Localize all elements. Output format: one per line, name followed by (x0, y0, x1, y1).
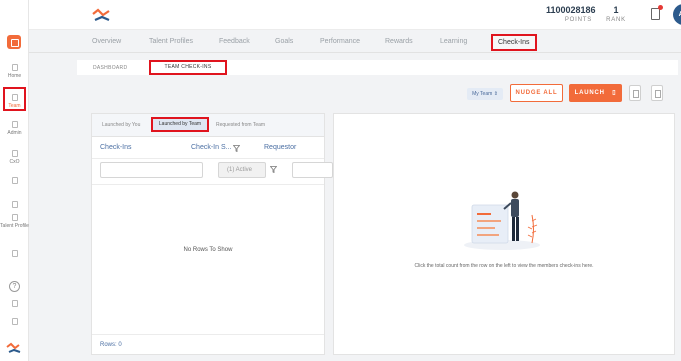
sidebar-item-cxo[interactable]: CxO (0, 150, 29, 165)
subtab-team-check-ins[interactable]: TEAM CHECK-INS (149, 60, 227, 75)
rows-count: Rows: 0 (100, 342, 122, 348)
tab-requested-from-team[interactable]: Requested from Team (216, 122, 265, 128)
subtab-dashboard[interactable]: DASHBOARD (93, 65, 127, 71)
menu-item-icon (11, 300, 18, 307)
team-scope-value: My Team (472, 91, 493, 97)
app-launcher-icon[interactable] (7, 35, 21, 49)
tab-feedback[interactable]: Feedback (219, 38, 250, 45)
talent-profile-icon (11, 214, 18, 221)
launch-button[interactable]: LAUNCH ▯ (569, 84, 622, 102)
help-icon[interactable]: ? (9, 281, 20, 292)
sidebar-item-misc-1[interactable] (0, 177, 29, 184)
logo-icon[interactable] (92, 7, 112, 22)
empty-table-message: No Rows To Show (183, 247, 233, 253)
rank-label: RANK (606, 17, 626, 23)
sidebar-item-home[interactable]: Home (0, 64, 29, 79)
sidebar-item-label: Admin (7, 130, 22, 136)
empty-state-illustration (464, 191, 540, 250)
team-icon (11, 94, 18, 101)
tab-goals[interactable]: Goals (275, 38, 293, 45)
export-button[interactable] (651, 85, 663, 101)
avatar[interactable]: AS (673, 4, 681, 25)
rank-display: 1 RANK (599, 5, 633, 23)
status-filter-input[interactable]: (1) Active (218, 162, 266, 178)
menu-item-icon (11, 250, 18, 257)
checkins-table-panel: Launched by You Launched by Team Request… (91, 113, 345, 355)
rank-value: 1 (613, 5, 619, 15)
menu-item-icon (11, 318, 18, 325)
sidebar-item-admin[interactable]: Admin (0, 121, 29, 136)
header-divider (92, 158, 324, 159)
tab-check-ins[interactable]: Check-Ins (491, 34, 537, 51)
team-scope-select[interactable]: My Team ⇕ (467, 88, 503, 100)
detail-empty-message: Click the total count from the row on th… (414, 263, 594, 269)
points-display: 1100028186 POINTS (546, 5, 596, 23)
check-ins-filter-input[interactable] (100, 162, 203, 178)
sidebar-item-misc-3[interactable] (0, 250, 29, 257)
column-header-requestor[interactable]: Requestor (264, 144, 296, 151)
points-value: 1100028186 (546, 5, 596, 15)
tab-rewards[interactable]: Rewards (385, 38, 413, 45)
sub-nav: DASHBOARD TEAM CHECK-INS (77, 60, 678, 75)
filter-icon[interactable] (270, 166, 277, 173)
tab-launched-by-you[interactable]: Launched by You (102, 122, 140, 128)
admin-icon (11, 121, 18, 128)
sidebar-item-misc-2[interactable] (0, 201, 29, 208)
sidebar-item-label: CxO (9, 159, 20, 165)
tab-overview[interactable]: Overview (92, 38, 121, 45)
top-header: 1100028186 POINTS 1 RANK AS (29, 0, 681, 30)
sidebar: Home Team Admin CxO Talent Profile ? (0, 0, 29, 361)
sidebar-item-label: Talent Profile (0, 223, 29, 229)
chevron-down-icon: ⇕ (493, 91, 498, 97)
nudge-all-button[interactable]: NUDGE ALL (510, 84, 563, 102)
document-icon[interactable] (651, 5, 663, 20)
main-nav: Overview Talent Profiles Feedback Goals … (29, 31, 681, 53)
tab-launched-by-team[interactable]: Launched by Team (151, 117, 209, 132)
sidebar-item-talent-profile[interactable]: Talent Profile (0, 214, 29, 229)
filter-icon[interactable] (233, 145, 240, 152)
launch-label: LAUNCH (574, 90, 605, 96)
footer-divider (92, 334, 324, 335)
sidebar-item-team[interactable]: Team (3, 87, 26, 111)
sidebar-item-misc-4[interactable] (0, 300, 29, 307)
grid-view-button[interactable] (629, 85, 641, 101)
requestor-filter-input[interactable] (292, 162, 333, 178)
menu-item-icon (11, 201, 18, 208)
cxo-icon (11, 150, 18, 157)
points-label: POINTS (564, 17, 592, 23)
sidebar-item-label: Home (7, 73, 22, 79)
logo-icon (6, 342, 21, 353)
checkins-source-tabs: Launched by You Launched by Team Request… (92, 114, 324, 137)
menu-item-icon (11, 177, 18, 184)
checkin-detail-panel: Click the total count from the row on th… (333, 113, 675, 355)
home-icon (11, 64, 18, 71)
column-header-check-in-status[interactable]: Check-In S... (191, 144, 231, 151)
tab-talent-profiles[interactable]: Talent Profiles (149, 38, 193, 45)
tab-performance[interactable]: Performance (320, 38, 360, 45)
filter-divider (92, 184, 324, 185)
sidebar-item-label: Team (8, 103, 21, 109)
column-header-check-ins[interactable]: Check-Ins (100, 144, 132, 151)
sidebar-item-misc-5[interactable] (0, 318, 29, 325)
dropdown-icon: ▯ (607, 90, 617, 96)
tab-learning[interactable]: Learning (440, 38, 467, 45)
